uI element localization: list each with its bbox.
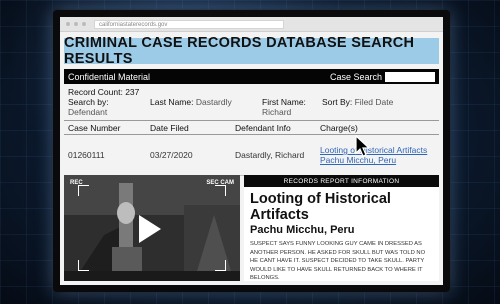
url-field[interactable]: californiastaterecords.gov (94, 19, 284, 29)
rec-label: REC (70, 180, 83, 186)
report-subtitle: Pachu Micchu, Peru (250, 224, 355, 236)
case-search: Case Search (329, 71, 435, 82)
column-header-charges[interactable]: Charge(s) (320, 123, 439, 133)
case-search-label: Case Search (329, 71, 382, 82)
sort-by-value[interactable]: Filed Date (355, 97, 394, 107)
search-by-value: Defendant (68, 107, 108, 117)
charges-cell: Looting of Historical Artifacts Pachu Mi… (320, 145, 439, 165)
charge-link[interactable]: Looting of Historical Artifacts (320, 145, 439, 155)
frame-corner (215, 185, 226, 196)
window-dot-icon (74, 22, 78, 26)
mouse-cursor-icon (355, 135, 371, 157)
page-title: CRIMINAL CASE RECORDS DATABASE SEARCH RE… (64, 35, 439, 67)
browser-screen: californiastaterecords.gov CRIMINAL CASE… (60, 17, 443, 285)
security-video[interactable]: REC SEC CAM (64, 175, 240, 281)
report-header: RECORDS REPORT INFORMATION (244, 175, 439, 187)
column-header-defendant-info[interactable]: Defendant Info (235, 123, 320, 133)
case-search-input[interactable] (385, 71, 435, 82)
browser-url-bar: californiastaterecords.gov (60, 17, 443, 32)
record-count-label: Record Count: (68, 87, 123, 97)
search-by-label: Search by: (68, 97, 109, 107)
charge-location-link[interactable]: Pachu Micchu, Peru (320, 155, 439, 165)
play-icon[interactable] (139, 215, 161, 243)
report-title: Looting of Historical Artifacts (250, 191, 391, 223)
last-name-value: Dastardly (195, 97, 232, 107)
records-report: RECORDS REPORT INFORMATION Looting of Hi… (244, 175, 439, 281)
column-header-date-filed[interactable]: Date Filed (150, 123, 235, 133)
window-dot-icon (66, 22, 70, 26)
toolbar: Confidential Material Case Search (64, 69, 439, 84)
column-header-case-number[interactable]: Case Number (64, 123, 150, 133)
table-header: Case Number Date Filed Defendant Info Ch… (64, 120, 439, 135)
record-count-value: 237 (125, 87, 140, 97)
search-meta: Record Count: 237 Search by: Defendant L… (60, 84, 443, 117)
table-row[interactable]: 01260111 03/27/2020 Dastardly, Richard L… (64, 135, 439, 176)
frame-corner (78, 185, 89, 196)
last-name-label: Last Name: (150, 97, 194, 107)
first-name-label: First Name: (262, 97, 306, 107)
sort-by-label: Sort By: (322, 97, 353, 107)
report-body: SUSPECT SAYS FUNNY LOOKING GUY CAME IN D… (250, 241, 426, 281)
date-filed-cell: 03/27/2020 (150, 150, 193, 160)
frame-corner (215, 260, 226, 271)
case-number-cell: 01260111 (68, 150, 105, 160)
frame-corner (78, 260, 89, 271)
window-dot-icon (82, 22, 86, 26)
confidential-label: Confidential Material (68, 71, 151, 82)
first-name-value: Richard (262, 107, 292, 117)
sec-cam-label: SEC CAM (206, 180, 234, 186)
defendant-cell: Dastardly, Richard (235, 150, 305, 160)
